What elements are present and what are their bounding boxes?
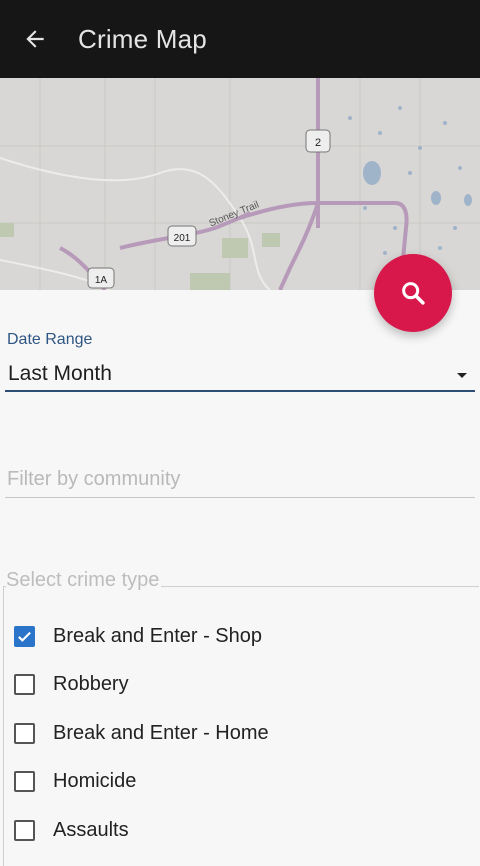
check-icon (18, 631, 31, 642)
checkbox[interactable] (14, 770, 35, 792)
checkbox[interactable] (14, 722, 35, 744)
community-filter-input[interactable] (5, 462, 475, 498)
date-range-select[interactable]: Last Month (5, 358, 475, 392)
crime-type-homicide[interactable]: Homicide (14, 766, 136, 796)
svg-text:1A: 1A (95, 275, 108, 286)
checkbox[interactable] (14, 673, 35, 695)
date-range-label: Date Range (7, 331, 93, 348)
route-shield-201: 201 (167, 225, 197, 247)
page-title: Crime Map (78, 23, 207, 54)
back-button[interactable] (0, 0, 70, 78)
crime-type-label-text: Break and Enter - Shop (53, 624, 263, 647)
crime-type-break-enter-shop[interactable]: Break and Enter - Shop (14, 621, 262, 651)
crime-type-label: Select crime type (6, 569, 162, 592)
svg-text:2: 2 (315, 137, 321, 149)
crime-type-label-text: Robbery (53, 672, 129, 695)
checkbox-checked[interactable] (14, 625, 35, 647)
search-button[interactable] (374, 254, 452, 332)
route-shield-2: 2 (305, 129, 331, 153)
crime-type-label-text: Assaults (53, 818, 129, 841)
date-range-value: Last Month (8, 362, 112, 385)
svg-text:201: 201 (174, 233, 191, 244)
arrow-back-icon (26, 30, 44, 48)
route-shield-1a: 1A (87, 267, 115, 289)
crime-type-label-text: Break and Enter - Home (53, 721, 269, 744)
checkbox[interactable] (14, 819, 35, 841)
crime-type-assaults[interactable]: Assaults (14, 815, 129, 845)
search-icon (402, 282, 425, 305)
dropdown-arrow-icon (457, 373, 467, 378)
crime-type-break-enter-home[interactable]: Break and Enter - Home (14, 718, 269, 748)
crime-type-label-text: Homicide (53, 769, 137, 792)
crime-type-robbery[interactable]: Robbery (14, 669, 129, 699)
app-bar: Crime Map (0, 0, 480, 78)
